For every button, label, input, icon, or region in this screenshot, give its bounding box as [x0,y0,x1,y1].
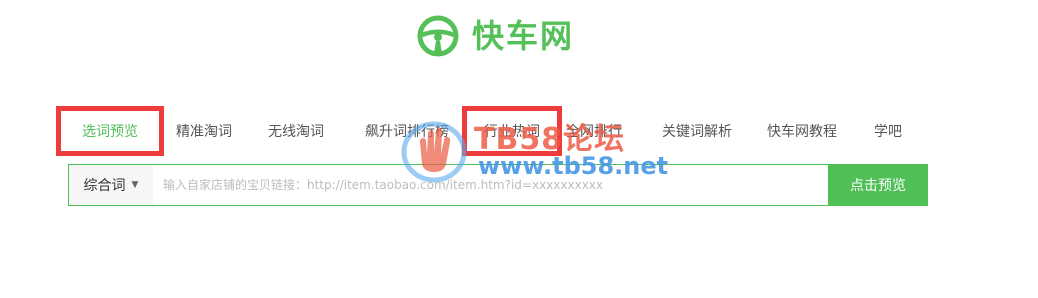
tab-keyword-preview[interactable]: 选词预览 [56,106,164,156]
tab-rising-keywords-ranking[interactable]: 飙升词排行榜 [362,106,452,156]
chevron-down-icon: ▼ [131,180,139,190]
steering-wheel-icon [417,15,459,57]
tab-tutorial[interactable]: 快车网教程 [767,106,837,156]
keyword-type-select[interactable]: 综合词 ▼ [69,165,153,205]
item-url-input[interactable] [153,165,828,205]
tab-mobile-keywords[interactable]: 无线淘词 [266,106,326,156]
logo-text: 快车网 [472,17,575,55]
search-bar: 综合词 ▼ 点击预览 [68,164,928,206]
tab-network-ranking[interactable]: 全网排行 [562,106,626,156]
tab-learn[interactable]: 学吧 [870,106,906,156]
keyword-type-label: 综合词 [83,178,126,194]
site-logo[interactable]: 快车网 [416,14,574,58]
preview-button[interactable]: 点击预览 [828,164,928,206]
tab-industry-hot-keywords[interactable]: 行业热词 [462,106,562,156]
tab-keyword-analysis[interactable]: 关键词解析 [662,106,732,156]
tab-precise-keywords[interactable]: 精准淘词 [174,106,234,156]
